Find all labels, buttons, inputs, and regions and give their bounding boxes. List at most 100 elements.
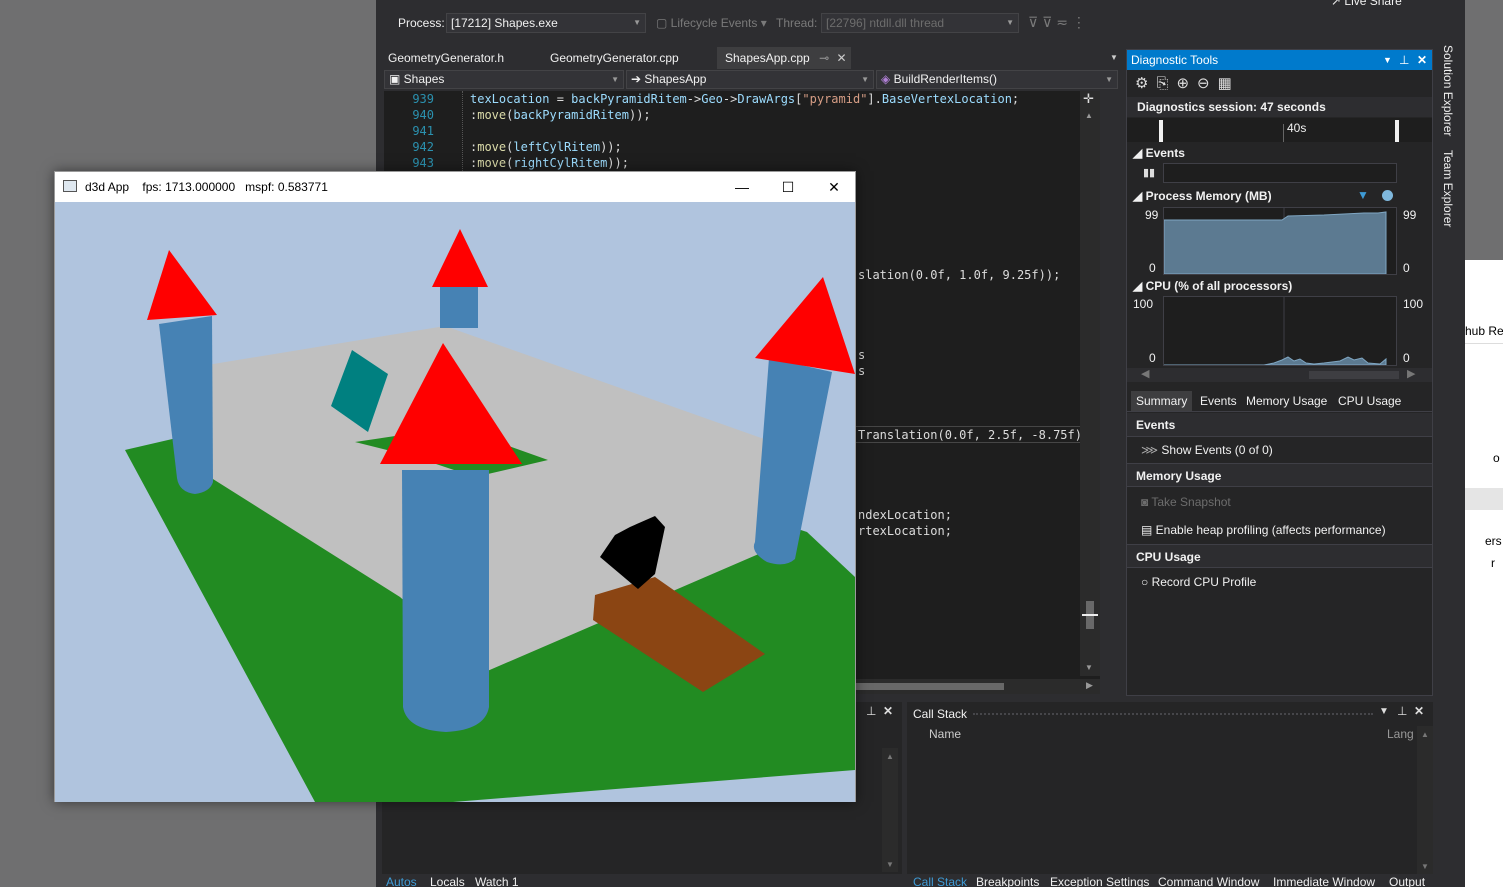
pin-icon[interactable]: ⊸ <box>819 51 829 65</box>
render-viewport[interactable] <box>55 202 855 802</box>
tab-summary[interactable]: Summary <box>1131 391 1193 411</box>
front-tower <box>402 470 489 732</box>
events-track[interactable] <box>1163 163 1397 183</box>
dropdown-icon[interactable]: ▼ <box>1379 706 1389 717</box>
tab-solution-explorer[interactable]: Solution Explorer <box>1441 45 1455 136</box>
tab-shapesapp-cpp[interactable]: ShapesApp.cpp ⊸ ✕ <box>717 47 851 69</box>
lifecycle-label: Lifecycle Events <box>670 16 758 30</box>
scroll-right-icon[interactable]: ▶ <box>1407 367 1415 380</box>
member-combo[interactable]: ◈ BuildRenderItems() ▼ <box>876 70 1118 89</box>
process-combo[interactable]: [17212] Shapes.exe ▼ <box>446 13 646 33</box>
process-memory-header[interactable]: ◢ Process Memory (MB) <box>1133 189 1272 203</box>
scroll-down-icon[interactable]: ▼ <box>1421 862 1429 871</box>
settings-gear-icon[interactable]: ⚙ <box>1135 75 1156 92</box>
close-icon[interactable]: ✕ <box>1414 704 1424 718</box>
live-share-button[interactable]: ↗ Live Share <box>1331 0 1402 8</box>
scroll-up-icon[interactable]: ▲ <box>886 752 894 761</box>
pin-icon[interactable]: ⊥ <box>866 704 876 718</box>
tab-events[interactable]: Events <box>1195 391 1242 411</box>
tab-immediate-window[interactable]: Immediate Window <box>1273 875 1375 887</box>
enable-heap-profiling-button[interactable]: ▤ Enable heap profiling (affects perform… <box>1141 523 1386 537</box>
cpu-axis-max-right: 100 <box>1403 297 1424 311</box>
scroll-left-icon[interactable]: ◀ <box>1141 367 1149 380</box>
cpu-chart[interactable] <box>1163 296 1397 366</box>
zoom-out-icon[interactable]: ⊖ <box>1197 75 1218 92</box>
tab-breakpoints[interactable]: Breakpoints <box>976 875 1039 887</box>
timeline-ruler[interactable]: 40s <box>1127 118 1432 142</box>
export-icon[interactable]: ⎘ <box>1156 75 1176 92</box>
3d-scene <box>55 202 855 802</box>
take-snapshot-button[interactable]: ◙ Take Snapshot <box>1141 495 1231 509</box>
tab-command-window[interactable]: Command Window <box>1158 875 1259 887</box>
pin-icon[interactable]: ⊥ <box>1399 50 1409 70</box>
close-icon[interactable]: ✕ <box>883 704 893 718</box>
h-scroll-thumb[interactable] <box>854 683 1004 690</box>
tab-geometrygenerator-cpp[interactable]: GeometryGenerator.cpp <box>542 47 687 69</box>
memory-chart[interactable] <box>1163 207 1397 275</box>
close-icon[interactable]: ✕ <box>1417 50 1427 70</box>
app-icon <box>63 180 77 192</box>
cpu-axis-min-right: 0 <box>1403 351 1410 365</box>
minimize-button[interactable]: — <box>719 172 765 202</box>
tab-output[interactable]: Output <box>1389 875 1425 887</box>
column-name-header[interactable]: Name <box>929 727 961 741</box>
project-combo[interactable]: ▣ Shapes ▼ <box>384 70 624 89</box>
scroll-up-icon[interactable]: ▲ <box>1085 111 1093 120</box>
show-events-link[interactable]: ⋙ Show Events (0 of 0) <box>1141 443 1273 457</box>
thread-combo[interactable]: [22796] ntdll.dll thread ▼ <box>821 13 1019 33</box>
edge-text: ers <box>1485 534 1502 548</box>
filter-icons[interactable]: ⊽ ⊽ ≂ ⋮ <box>1028 14 1086 31</box>
class-value: ShapesApp <box>644 72 707 86</box>
close-icon[interactable]: ✕ <box>836 51 846 65</box>
lifecycle-events-button[interactable]: ▢ Lifecycle Events ▾ <box>656 16 767 30</box>
diag-horizontal-scrollbar[interactable]: ◀ ▶ <box>1127 368 1432 382</box>
record-icon: ○ <box>1141 575 1152 589</box>
cpu-group-header: CPU Usage <box>1127 544 1432 568</box>
d3d-title-bar[interactable]: d3d App fps: 1713.000000 mspf: 0.583771 … <box>55 172 855 202</box>
code-line: :move(leftCylRitem)); <box>470 140 622 154</box>
drag-grip[interactable] <box>973 713 1373 715</box>
pin-icon[interactable]: ⊥ <box>1397 704 1407 718</box>
cpu-header[interactable]: ◢ CPU (% of all processors) <box>1133 279 1292 293</box>
column-lang-header[interactable]: Lang <box>1387 727 1414 741</box>
tab-overflow-icon[interactable]: ▼ <box>1102 47 1126 69</box>
d3d-app-window[interactable]: d3d App fps: 1713.000000 mspf: 0.583771 … <box>54 171 856 802</box>
process-memory-label: Process Memory (MB) <box>1145 189 1272 203</box>
tab-autos[interactable]: Autos <box>386 875 417 887</box>
record-cpu-profile-button[interactable]: ○ Record CPU Profile <box>1141 575 1256 589</box>
timeline-end-handle[interactable] <box>1395 120 1399 142</box>
zoom-in-icon[interactable]: ⊕ <box>1176 75 1197 92</box>
back-tower <box>440 286 478 328</box>
events-header-label: Events <box>1145 146 1185 160</box>
take-snapshot-label: Take Snapshot <box>1151 495 1231 509</box>
close-button[interactable]: ✕ <box>811 172 857 202</box>
reset-zoom-icon[interactable]: ▦ <box>1218 75 1240 92</box>
tab-watch-1[interactable]: Watch 1 <box>475 875 519 887</box>
diag-scroll-thumb[interactable] <box>1309 371 1399 379</box>
tab-call-stack[interactable]: Call Stack <box>913 875 967 887</box>
events-header[interactable]: ◢ Events <box>1133 146 1185 160</box>
dropdown-icon[interactable]: ▼ <box>1383 50 1392 70</box>
split-icon[interactable]: ✛ <box>1083 91 1094 107</box>
scroll-down-icon[interactable]: ▼ <box>886 860 894 869</box>
maximize-button[interactable]: ☐ <box>765 172 811 202</box>
editor-horizontal-scrollbar[interactable]: ▶ <box>834 679 1100 694</box>
timeline-tick <box>1283 124 1284 142</box>
tab-geometrygenerator-h[interactable]: GeometryGenerator.h <box>380 47 512 69</box>
scroll-right-icon[interactable]: ▶ <box>1086 680 1093 691</box>
autos-scrollbar[interactable]: ▲ ▼ <box>882 748 898 872</box>
tab-team-explorer[interactable]: Team Explorer <box>1441 150 1455 227</box>
thread-label: Thread: <box>776 16 818 30</box>
scroll-up-icon[interactable]: ▲ <box>1421 730 1429 739</box>
class-combo[interactable]: ➔ ShapesApp ▼ <box>626 70 874 89</box>
call-stack-scrollbar[interactable]: ▲ ▼ <box>1417 726 1433 874</box>
timeline-start-handle[interactable] <box>1159 120 1163 142</box>
memory-axis-min-right: 0 <box>1403 261 1410 275</box>
tab-cpu-usage[interactable]: CPU Usage <box>1333 391 1406 411</box>
tab-memory-usage[interactable]: Memory Usage <box>1241 391 1332 411</box>
scroll-down-icon[interactable]: ▼ <box>1085 663 1093 672</box>
editor-vertical-scrollbar[interactable]: ✛ ▲ ▼ <box>1080 91 1100 676</box>
tab-locals[interactable]: Locals <box>430 875 465 887</box>
tab-exception-settings[interactable]: Exception Settings <box>1050 875 1149 887</box>
pause-icon[interactable]: ▮▮ <box>1143 166 1155 179</box>
